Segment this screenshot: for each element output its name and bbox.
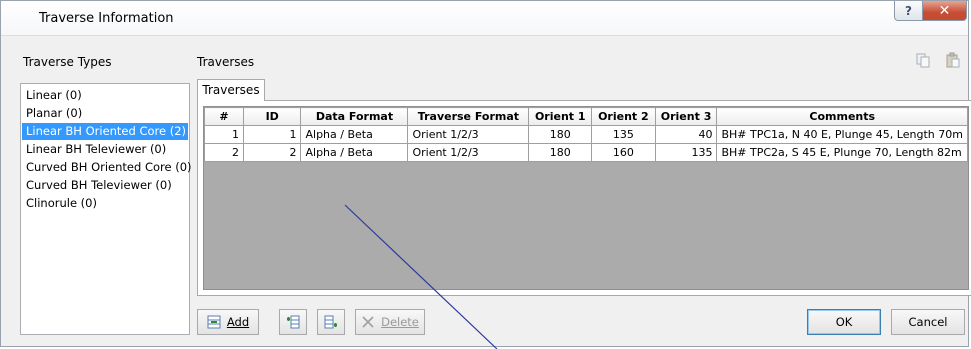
table-cell[interactable]: 180 bbox=[528, 125, 593, 144]
title-bar: Traverse Information ? ✕ bbox=[1, 1, 968, 36]
traverse-type-item[interactable]: Curved BH Oriented Core (0) bbox=[22, 159, 192, 176]
insert-row-above-icon bbox=[287, 315, 300, 329]
traverse-type-item[interactable]: Linear BH Oriented Core (2) bbox=[22, 123, 188, 140]
traverse-types-list[interactable]: Linear (0) Planar (0) Linear BH Oriented C… bbox=[20, 83, 192, 335]
traverse-type-item[interactable]: Clinorule (0) bbox=[22, 195, 188, 212]
table-cell[interactable]: BH# TPC2a, S 45 E, Plunge 70, Length 82m bbox=[716, 143, 968, 162]
traverses-grid[interactable]: # ID Data Format Traverse Format Orient 1 Ori… bbox=[203, 106, 969, 290]
traverse-type-item[interactable]: Planar (0) bbox=[22, 105, 188, 122]
table-cell[interactable]: 135 bbox=[654, 143, 718, 162]
column-header[interactable]: Comments bbox=[716, 107, 968, 126]
help-icon: ? bbox=[905, 3, 912, 18]
close-button[interactable]: ✕ bbox=[922, 1, 967, 21]
table-cell[interactable]: Orient 1/2/3 bbox=[407, 143, 530, 162]
copy-icon[interactable] bbox=[915, 52, 931, 68]
table-cell[interactable]: 160 bbox=[591, 143, 656, 162]
traverses-label: Traverses bbox=[197, 55, 255, 69]
traverse-type-item[interactable]: Linear (0) bbox=[22, 87, 188, 104]
help-button[interactable]: ? bbox=[894, 1, 923, 21]
close-icon: ✕ bbox=[938, 2, 951, 19]
traverse-types-label: Traverse Types bbox=[23, 55, 112, 69]
traverse-type-item[interactable]: Curved BH Televiewer (0) bbox=[22, 177, 188, 194]
column-header[interactable]: Traverse Format bbox=[407, 107, 530, 126]
table-cell[interactable]: 2 bbox=[242, 143, 302, 162]
table-cell[interactable]: 1 bbox=[242, 125, 302, 144]
insert-above-button[interactable] bbox=[279, 309, 307, 335]
table-cell[interactable]: BH# TPC1a, N 40 E, Plunge 45, Length 70m bbox=[716, 125, 968, 144]
traverse-information-dialog: Traverse Information ? ✕ Traverse Types … bbox=[0, 0, 971, 347]
paste-icon[interactable] bbox=[945, 52, 961, 68]
traverses-tab-panel: # ID Data Format Traverse Format Orient 1 Ori… bbox=[197, 100, 971, 296]
column-header[interactable]: Orient 3 bbox=[654, 107, 718, 126]
column-header[interactable]: ID bbox=[242, 107, 302, 126]
column-header[interactable]: Data Format bbox=[300, 107, 409, 126]
insert-below-button[interactable] bbox=[317, 309, 345, 335]
delete-button[interactable]: Delete bbox=[355, 309, 425, 335]
insert-row-below-icon bbox=[324, 315, 337, 329]
table-cell[interactable]: Alpha / Beta bbox=[300, 143, 409, 162]
table-cell[interactable]: 1 bbox=[204, 125, 244, 144]
ok-button[interactable]: OK bbox=[807, 309, 881, 335]
column-header[interactable]: Orient 1 bbox=[528, 107, 593, 126]
add-row-icon bbox=[207, 315, 221, 329]
table-cell[interactable]: 180 bbox=[528, 143, 593, 162]
delete-x-icon bbox=[362, 316, 374, 328]
table-header-row: # ID Data Format Traverse Format Orient 1 Ori… bbox=[204, 107, 968, 126]
traverse-type-item[interactable]: Linear BH Televiewer (0) bbox=[22, 141, 188, 158]
table-cell[interactable]: 40 bbox=[654, 125, 718, 144]
table-cell[interactable]: 135 bbox=[591, 125, 656, 144]
table-row[interactable]: 2 2 Alpha / Beta Orient 1/2/3 180 160 135 BH# T… bbox=[204, 143, 968, 162]
window-title: Traverse Information bbox=[39, 11, 174, 26]
column-header[interactable]: Orient 2 bbox=[591, 107, 656, 126]
add-button[interactable]: Add bbox=[197, 309, 259, 335]
tab-traverses[interactable]: Traverses bbox=[197, 79, 265, 101]
cancel-button[interactable]: Cancel bbox=[891, 309, 965, 335]
delete-button-label: Delete bbox=[381, 315, 419, 329]
table-cell[interactable]: 2 bbox=[204, 143, 244, 162]
table-cell[interactable]: Alpha / Beta bbox=[300, 125, 409, 144]
table-cell[interactable]: Orient 1/2/3 bbox=[407, 125, 530, 144]
traverses-table: # ID Data Format Traverse Format Orient 1 Ori… bbox=[204, 107, 968, 162]
column-header[interactable]: # bbox=[204, 107, 244, 126]
add-button-label: Add bbox=[226, 315, 250, 329]
table-row[interactable]: 1 1 Alpha / Beta Orient 1/2/3 180 135 40 BH# TP… bbox=[204, 125, 968, 144]
